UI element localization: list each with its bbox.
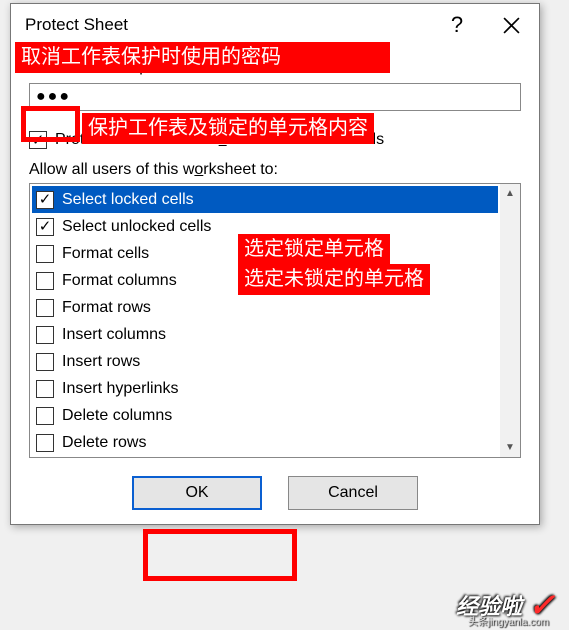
annotation-select-locked: 选定锁定单元格: [238, 234, 390, 265]
list-item[interactable]: Insert rows: [32, 348, 498, 375]
scrollbar[interactable]: ▲ ▼: [500, 184, 520, 457]
list-item[interactable]: Delete rows: [32, 429, 498, 456]
permissions-listbox[interactable]: Select locked cells Select unlocked cells…: [29, 183, 521, 458]
list-item-label: Format cells: [62, 245, 149, 263]
list-item[interactable]: Insert columns: [32, 321, 498, 348]
checkbox-icon: [36, 407, 54, 425]
annotation-protect: 保护工作表及锁定的单元格内容: [82, 113, 374, 144]
scroll-down-icon: ▼: [505, 442, 515, 453]
list-item-label: Format columns: [62, 272, 177, 290]
checkbox-icon: [36, 353, 54, 371]
close-button[interactable]: [483, 4, 539, 46]
checkbox-icon: [36, 380, 54, 398]
scroll-up-icon: ▲: [505, 188, 515, 199]
checkbox-icon: [36, 299, 54, 317]
dialog-title: Protect Sheet: [25, 15, 431, 35]
allow-users-label: Allow all users of this worksheet to:: [29, 161, 521, 179]
checkbox-icon: [36, 191, 54, 209]
checkbox-icon: [36, 218, 54, 236]
password-input[interactable]: [29, 83, 521, 111]
list-item-label: Select locked cells: [62, 191, 194, 209]
checkbox-icon: [29, 131, 47, 149]
watermark-sub: 头条jingyanla.com: [468, 613, 549, 628]
close-icon: [503, 17, 520, 34]
highlight-ok-button: [143, 529, 297, 581]
checkbox-icon: [36, 245, 54, 263]
list-item-label: Delete rows: [62, 434, 146, 452]
list-item-label: Insert columns: [62, 326, 166, 344]
list-item-label: Select unlocked cells: [62, 218, 211, 236]
list-item-label: Insert hyperlinks: [62, 380, 179, 398]
list-item-label: Delete columns: [62, 407, 172, 425]
help-button[interactable]: ?: [431, 4, 483, 46]
list-item-label: Format rows: [62, 299, 151, 317]
annotation-password: 取消工作表保护时使用的密码: [15, 42, 390, 73]
checkbox-icon: [36, 326, 54, 344]
list-item-label: Insert rows: [62, 353, 140, 371]
button-row: OK Cancel: [29, 476, 521, 510]
list-item[interactable]: Delete columns: [32, 402, 498, 429]
checkbox-icon: [36, 434, 54, 452]
ok-button[interactable]: OK: [132, 476, 262, 510]
list-item[interactable]: Insert hyperlinks: [32, 375, 498, 402]
titlebar: Protect Sheet ?: [11, 4, 539, 46]
checkbox-icon: [36, 272, 54, 290]
list-item[interactable]: Format rows: [32, 294, 498, 321]
list-item[interactable]: Select locked cells: [32, 186, 498, 213]
annotation-select-unlocked: 选定未锁定的单元格: [238, 264, 430, 295]
cancel-button[interactable]: Cancel: [288, 476, 418, 510]
